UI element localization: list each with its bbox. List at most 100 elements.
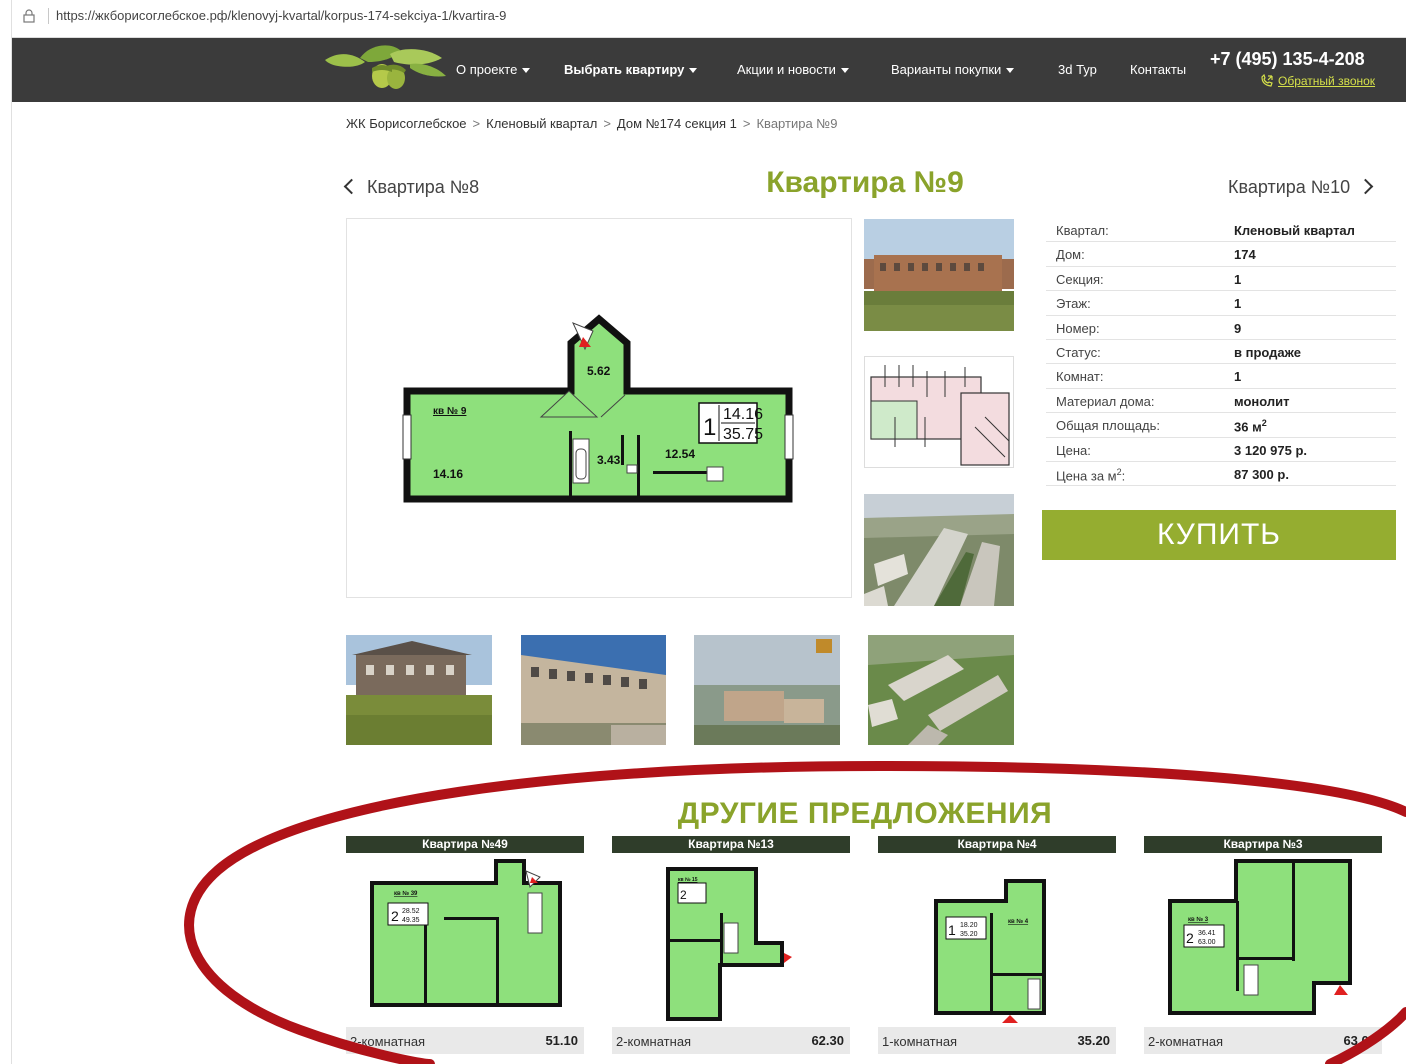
caret-down-icon [522,68,531,74]
next-apartment-link[interactable]: Квартира №10 [1228,177,1374,198]
offer-footer: 2-комнатная 51.10 [346,1027,584,1054]
offer-title[interactable]: Квартира №4 [878,836,1116,853]
svg-text:кв № 39: кв № 39 [394,890,418,897]
photo-thumbnail[interactable] [864,219,1014,331]
spec-row-price: Цена: 3 120 975 р. [1046,438,1396,462]
phone-number[interactable]: +7 (495) 135-4-208 [1210,49,1365,70]
callback-link[interactable]: Обратный звонок [1278,74,1375,88]
spec-row-number: Номер: 9 [1046,316,1396,340]
offer-title[interactable]: Квартира №13 [612,836,850,853]
address-separator [48,8,49,24]
page: https://жкборисоглебское.рф/klenovyj-kva… [0,0,1406,1064]
offer-card[interactable]: Квартира №3 2 36.41 63.00 кв № 3 2-комна… [1144,836,1382,1054]
svg-text:36.41: 36.41 [1198,930,1216,937]
offer-floor-plan[interactable]: 2 кв № 15 [612,853,850,1027]
breadcrumb-separator: > [742,116,751,131]
photo-thumbnail[interactable] [694,635,840,745]
offer-title[interactable]: Квартира №3 [1144,836,1382,853]
site-header: О проекте Выбрать квартиру Акции и новос… [12,38,1406,102]
spec-row-price-per-meter: Цена за м2: 87 300 р. [1046,462,1396,487]
breadcrumb-separator: > [603,116,611,131]
nav-item-3d-tour[interactable]: 3d Тур [1058,62,1097,77]
plan-total-area: 35.75 [723,426,763,443]
caret-down-icon [689,68,698,74]
main-floor-plan[interactable]: 1 14.16 35.75 кв № 9 5.62 3.43 12.54 14.… [346,218,852,598]
offer-floor-plan[interactable]: 2 28.52 49.35 кв № 39 [346,853,584,1027]
chevron-left-icon [343,178,360,195]
floor-layout-thumbnail[interactable] [864,356,1014,468]
offer-area: 51.10 [545,1033,578,1048]
offer-footer: 2-комнатная 63.00 [1144,1027,1382,1054]
svg-text:18.20: 18.20 [960,922,978,929]
offer-rooms: 2-комнатная [616,1034,692,1049]
caret-down-icon [840,68,849,74]
offer-area: 63.00 [1343,1033,1376,1048]
apartment-specs-table: Квартал: Кленовый квартал Дом: 174 Секция:… [1046,218,1396,487]
offer-rooms: 2-комнатная [350,1034,426,1049]
offer-rooms: 1-комнатная [882,1034,958,1049]
svg-text:2: 2 [680,888,687,902]
spec-row-total-area: Общая площадь: 36 м2 [1046,413,1396,438]
nav-item-about[interactable]: О проекте [456,62,531,77]
spec-row-quarter: Квартал: Кленовый квартал [1046,218,1396,243]
nav-item-news[interactable]: Акции и новости [737,62,849,77]
spec-row-house: Дом: 174 [1046,242,1396,267]
nav-item-choose-apartment[interactable]: Выбрать квартиру [564,62,698,77]
offer-footer: 1-комнатная 35.20 [878,1027,1116,1054]
offer-title[interactable]: Квартира №49 [346,836,584,853]
plan-room-area: 14.16 [433,467,463,481]
plan-room-area: 12.54 [665,447,695,461]
other-offers-heading: ДРУГИЕ ПРЕДЛОЖЕНИЯ [677,797,1053,830]
svg-text:2: 2 [1186,930,1194,946]
offer-area: 62.30 [811,1033,844,1048]
spec-row-floor: Этаж: 1 [1046,291,1396,316]
offer-card[interactable]: Квартира №13 2 кв № 15 2-комнатная 62.30 [612,836,850,1054]
offer-floor-plan[interactable]: 2 36.41 63.00 кв № 3 [1144,853,1382,1027]
plan-apartment-label: кв № 9 [433,406,467,417]
photo-thumbnail[interactable] [868,635,1014,745]
svg-text:28.52: 28.52 [402,908,420,915]
page-title: Квартира №9 [766,166,964,199]
oak-leaf-logo-icon[interactable] [320,40,450,100]
spec-row-section: Секция: 1 [1046,267,1396,292]
breadcrumb-item-house[interactable]: Дом №174 секция 1 [617,116,737,131]
spec-row-material: Материал дома: монолит [1046,389,1396,414]
floor-plan-drawing: 1 14.16 35.75 кв № 9 5.62 3.43 12.54 14.… [402,314,794,503]
plan-room-area: 3.43 [597,453,621,467]
offer-card[interactable]: Квартира №49 2 28.52 49.35 кв № 39 2-ком… [346,836,584,1054]
offer-card[interactable]: Квартира №4 1 18.20 35.20 кв № 4 1-комна… [878,836,1116,1054]
lock-icon [23,9,35,23]
nav-item-contacts[interactable]: Контакты [1130,62,1186,77]
breadcrumb-current: Квартира №9 [756,116,838,131]
spec-row-status: Статус: в продаже [1046,340,1396,365]
svg-text:кв № 15: кв № 15 [678,877,698,883]
breadcrumb-item-quarter[interactable]: Кленовый квартал [486,116,597,131]
nav-item-purchase-options[interactable]: Варианты покупки [891,62,1015,77]
left-gutter [0,0,12,1064]
svg-text:49.35: 49.35 [402,917,420,924]
buy-button[interactable]: КУПИТЬ [1042,510,1396,560]
photo-thumbnail[interactable] [346,635,492,745]
photo-thumbnail[interactable] [521,635,666,745]
offer-rooms: 2-комнатная [1148,1034,1224,1049]
svg-text:1: 1 [948,922,956,938]
breadcrumb-separator: > [472,116,481,131]
svg-text:кв № 3: кв № 3 [1188,916,1209,923]
address-url[interactable]: https://жкборисоглебское.рф/klenovyj-kva… [56,8,506,23]
offer-floor-plan[interactable]: 1 18.20 35.20 кв № 4 [878,853,1116,1027]
breadcrumb-item-complex[interactable]: ЖК Борисоглебское [346,116,467,131]
photo-thumbnail[interactable] [864,494,1014,606]
chevron-right-icon [1357,178,1374,195]
prev-apartment-link[interactable]: Квартира №8 [343,177,479,198]
phone-callback-icon [1261,74,1273,87]
svg-text:кв № 4: кв № 4 [1008,918,1029,925]
browser-address-bar: https://жкборисоглебское.рф/klenovyj-kva… [0,0,1406,38]
breadcrumb: ЖК Борисоглебское > Кленовый квартал > Дом №… [346,116,837,131]
plan-living-area: 14.16 [723,406,763,423]
offer-footer: 2-комнатная 62.30 [612,1027,850,1054]
spec-row-rooms: Комнат: 1 [1046,364,1396,389]
svg-text:35.20: 35.20 [960,931,978,938]
plan-rooms-count: 1 [703,414,716,441]
svg-text:63.00: 63.00 [1198,939,1216,946]
offer-area: 35.20 [1077,1033,1110,1048]
